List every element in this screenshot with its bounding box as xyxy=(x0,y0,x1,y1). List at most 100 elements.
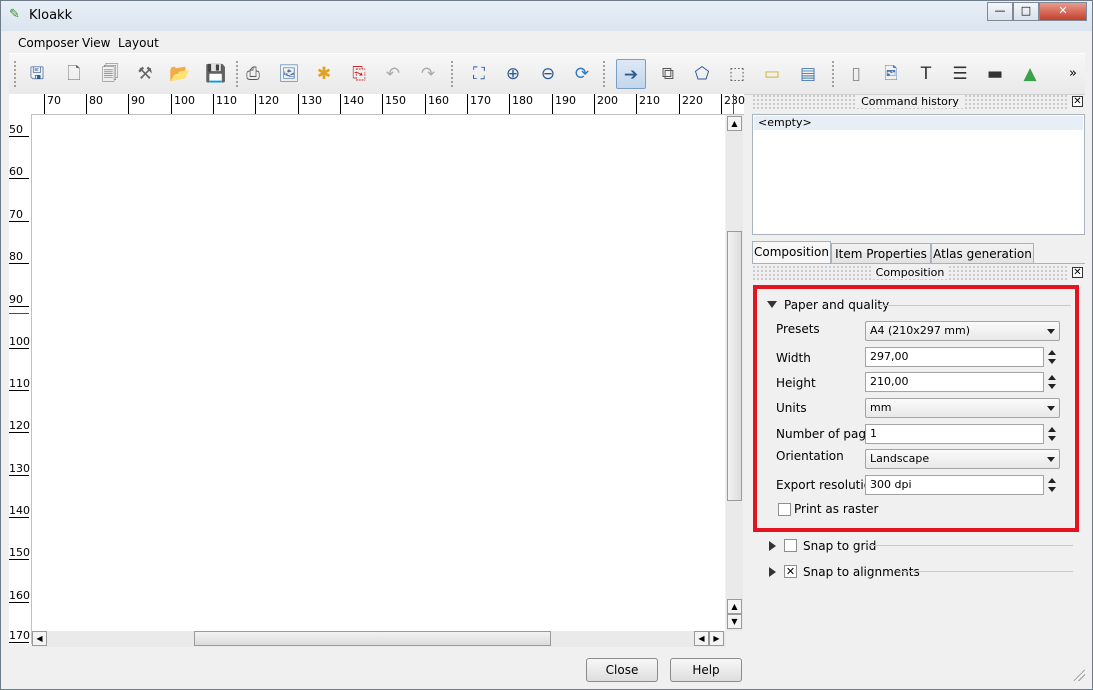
ruler-tick: 160 xyxy=(425,94,449,114)
ruler-tick: 140 xyxy=(340,94,364,114)
group-separator xyxy=(899,571,1073,572)
export-image-icon[interactable]: 🖼 xyxy=(274,59,304,89)
select-move-item-icon[interactable]: ➔ xyxy=(616,59,646,89)
toolbar-grip[interactable] xyxy=(13,60,17,88)
expand-arrow-icon[interactable] xyxy=(769,541,776,551)
add-scalebar-icon[interactable]: ▬ xyxy=(980,59,1010,89)
ruler-tick: 70 xyxy=(9,209,29,222)
edit-nodes-icon[interactable]: ⬠ xyxy=(687,59,717,89)
export-pdf-icon[interactable]: ⎘ xyxy=(344,59,374,89)
ruler-tick: 90 xyxy=(9,294,29,307)
print-icon[interactable]: ⎙ xyxy=(238,59,268,89)
highlight-box xyxy=(753,285,1079,532)
menu-view[interactable]: View xyxy=(82,36,110,50)
redo-icon[interactable]: ↷ xyxy=(413,59,443,89)
ruler-tick: 70 xyxy=(44,94,61,114)
help-button[interactable]: Help xyxy=(670,658,742,682)
command-history-list[interactable]: <empty> xyxy=(752,114,1085,235)
ruler-tick: 110 xyxy=(213,94,237,114)
ruler-tick: 170 xyxy=(9,629,30,643)
composer-manager-icon[interactable]: ⚒ xyxy=(130,59,160,89)
toolbar-grip[interactable] xyxy=(602,60,606,88)
ruler-tick: 60 xyxy=(9,166,29,179)
save-icon[interactable]: 🖫 xyxy=(22,59,52,89)
ruler-tick: 180 xyxy=(509,94,533,114)
group-separator xyxy=(867,545,1073,546)
ruler-tick: 120 xyxy=(9,419,30,433)
refresh-icon[interactable]: ⟳ xyxy=(567,59,597,89)
scroll-right-button[interactable]: ▶ xyxy=(709,631,724,646)
tab-atlas-generation[interactable]: Atlas generation xyxy=(931,243,1034,263)
ruler-tick: 100 xyxy=(9,335,30,349)
align-items-icon[interactable]: ▤ xyxy=(793,59,823,89)
add-image-icon[interactable]: 🖻 xyxy=(876,59,906,89)
tab-divider xyxy=(752,263,1085,264)
add-legend-icon[interactable]: ☰ xyxy=(945,59,975,89)
zoom-full-icon[interactable]: ⛶ xyxy=(464,59,494,89)
ruler-tick: 200 xyxy=(594,94,618,114)
main-toolbar: 🖫 🗋 🗐 ⚒ 📂 💾 ⎙ 🖼 ✱ ⎘ ↶ ↷ ⛶ ⊕ ⊖ ⟳ ➔ ⧉ ⬠ ⬚ … xyxy=(9,53,1085,95)
minimize-button[interactable]: — xyxy=(987,2,1013,21)
open-template-icon[interactable]: 📂 xyxy=(165,59,195,89)
horizontal-scroll-thumb[interactable] xyxy=(194,631,551,646)
scroll-left-button[interactable]: ◀ xyxy=(32,631,47,646)
add-shape-icon[interactable]: ▲ xyxy=(1015,59,1045,89)
menu-composer[interactable]: Composer xyxy=(18,36,79,50)
vertical-ruler: 50 60 70 80 90 100 110 120 130 140 150 1… xyxy=(9,114,32,644)
button-bar: Close Help xyxy=(9,649,745,685)
scroll-down-step-button[interactable]: ▲ xyxy=(727,599,742,614)
ruler-tick: 130 xyxy=(298,94,322,114)
close-button[interactable]: Close xyxy=(586,658,658,682)
ruler-tick: 140 xyxy=(9,504,30,518)
ruler-tick: 220 xyxy=(679,94,703,114)
close-panel-icon[interactable]: ✕ xyxy=(1072,267,1083,278)
ruler-tick: 150 xyxy=(382,94,406,114)
close-panel-icon[interactable]: ✕ xyxy=(1072,96,1083,107)
horizontal-scrollbar[interactable]: ◀ ◀ ▶ xyxy=(32,631,726,647)
group-items-icon[interactable]: ▭ xyxy=(757,59,787,89)
move-content-icon[interactable]: ⧉ xyxy=(653,59,683,89)
snap-alignments-label[interactable]: Snap to alignments xyxy=(803,565,920,579)
composition-canvas[interactable] xyxy=(32,115,725,631)
expand-arrow-icon[interactable] xyxy=(769,567,776,577)
ruler-tick: 210 xyxy=(636,94,660,114)
undo-icon[interactable]: ↶ xyxy=(378,59,408,89)
new-composer-icon[interactable]: 🗋 xyxy=(59,59,89,89)
vertical-scrollbar[interactable]: ▲ ▲ ▼ xyxy=(726,115,743,631)
zoom-out-icon[interactable]: ⊖ xyxy=(533,59,563,89)
zoom-in-icon[interactable]: ⊕ xyxy=(498,59,528,89)
save-template-icon[interactable]: 💾 xyxy=(201,59,231,89)
scroll-down-button[interactable]: ▼ xyxy=(727,614,742,629)
ruler-tick: 130 xyxy=(9,462,30,476)
command-history-header: Command history xyxy=(752,94,1068,110)
list-item[interactable]: <empty> xyxy=(754,116,1083,130)
snap-grid-checkbox[interactable] xyxy=(784,539,797,552)
ruler-tick: 170 xyxy=(467,94,491,114)
export-svg-icon[interactable]: ✱ xyxy=(309,59,339,89)
scroll-left-step-button[interactable]: ◀ xyxy=(694,631,709,646)
maximize-button[interactable]: □ xyxy=(1013,2,1039,21)
command-history-title: Command history xyxy=(857,95,963,108)
menu-layout[interactable]: Layout xyxy=(118,36,159,50)
resize-grip[interactable] xyxy=(1073,669,1085,681)
toolbar-grip[interactable] xyxy=(450,60,454,88)
vertical-scroll-thumb[interactable] xyxy=(727,231,742,501)
ruler-tick: 80 xyxy=(86,94,103,114)
add-map-icon[interactable]: ▯ xyxy=(841,59,871,89)
ruler-tick: 100 xyxy=(171,94,195,114)
menu-bar: Composer View Layout xyxy=(9,33,1085,53)
composition-panel-title: Composition xyxy=(871,266,949,279)
snap-grid-label[interactable]: Snap to grid xyxy=(803,539,876,553)
tab-composition[interactable]: Composition xyxy=(752,241,831,264)
duplicate-composer-icon[interactable]: 🗐 xyxy=(95,59,125,89)
close-window-button[interactable]: ✕ xyxy=(1039,2,1087,21)
ruler-tick: 160 xyxy=(9,589,30,603)
select-all-icon[interactable]: ⬚ xyxy=(722,59,752,89)
snap-alignments-checkbox[interactable]: ✕ xyxy=(784,565,797,578)
toolbar-overflow-icon[interactable]: » xyxy=(1063,59,1083,89)
ruler-tick: 90 xyxy=(128,94,145,114)
toolbar-grip[interactable] xyxy=(831,60,835,88)
scroll-up-button[interactable]: ▲ xyxy=(727,116,742,131)
add-label-icon[interactable]: T xyxy=(911,59,941,89)
tab-item-properties[interactable]: Item Properties xyxy=(831,243,931,263)
